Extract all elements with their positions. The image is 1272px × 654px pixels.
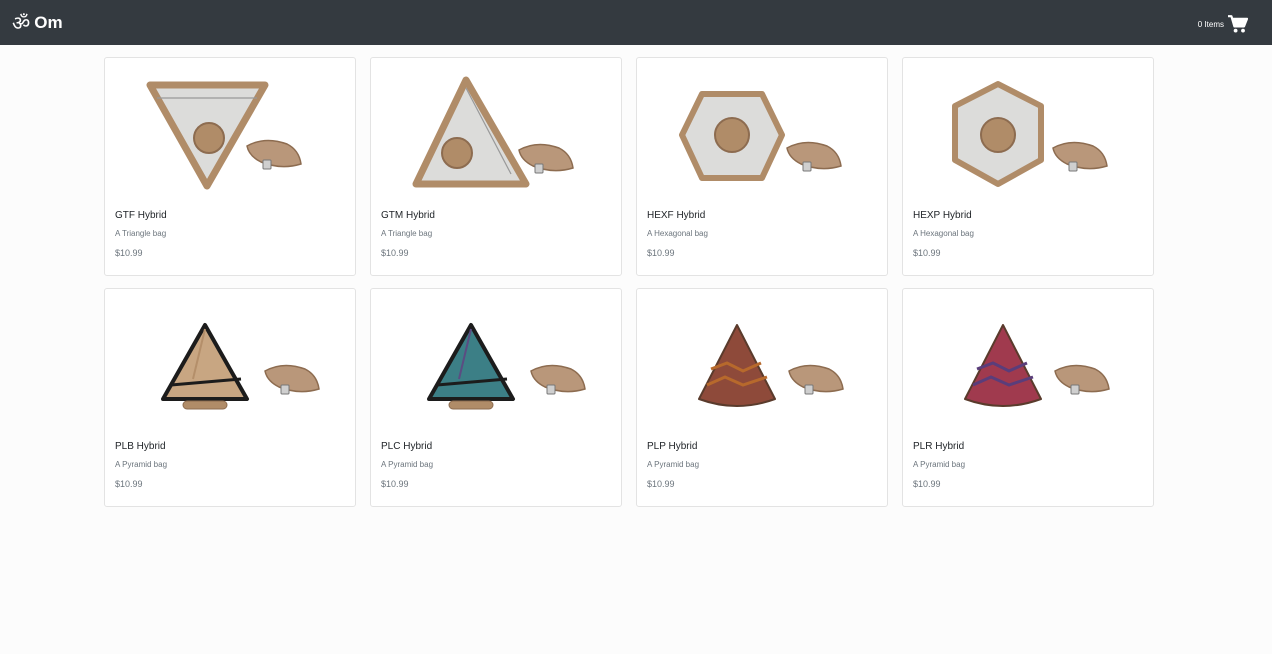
product-card[interactable]: PLP Hybrid A Pyramid bag $10.99 [636,288,888,507]
product-image [637,58,887,203]
product-image [637,289,887,434]
product-card[interactable]: PLB Hybrid A Pyramid bag $10.99 [104,288,356,507]
cart-item-count: 0 Items [1197,19,1224,29]
product-description: A Pyramid bag [913,460,966,469]
om-logo-icon: ॐ [12,10,31,35]
product-price: $10.99 [647,479,675,489]
product-image [371,58,621,203]
shopping-cart-icon [1228,15,1248,33]
product-name: PLR Hybrid [913,441,965,452]
product-price: $10.99 [115,248,143,258]
product-description: A Triangle bag [115,229,167,238]
brand-link[interactable]: ॐ Om [12,13,63,33]
product-name: GTM Hybrid [381,210,435,221]
product-description: A Pyramid bag [381,460,434,469]
product-description: A Hexagonal bag [913,229,974,238]
product-name: PLC Hybrid [381,441,433,452]
product-name: GTF Hybrid [115,210,167,221]
product-description: A Pyramid bag [115,460,168,469]
brand-name: Om [34,12,63,32]
product-name: PLP Hybrid [647,441,698,452]
product-image [105,58,355,203]
product-price: $10.99 [115,479,143,489]
product-price: $10.99 [647,248,675,258]
product-card[interactable]: GTM Hybrid A Triangle bag $10.99 [370,57,622,276]
product-card[interactable]: PLR Hybrid A Pyramid bag $10.99 [902,288,1154,507]
product-description: A Pyramid bag [647,460,700,469]
product-description: A Hexagonal bag [647,229,708,238]
product-card[interactable]: PLC Hybrid A Pyramid bag $10.99 [370,288,622,507]
product-price: $10.99 [381,248,409,258]
product-name: HEXF Hybrid [647,210,706,221]
cart-button[interactable]: 0 Items [1198,15,1248,33]
product-name: PLB Hybrid [115,441,166,452]
product-card[interactable]: HEXP Hybrid A Hexagonal bag $10.99 [902,57,1154,276]
product-image [371,289,621,434]
product-grid: GTF Hybrid A Triangle bag $10.99 GTM Hyb… [104,57,1154,507]
product-price: $10.99 [913,248,941,258]
product-name: HEXP Hybrid [913,210,972,221]
product-description: A Triangle bag [381,229,433,238]
product-card[interactable]: GTF Hybrid A Triangle bag $10.99 [104,57,356,276]
product-price: $10.99 [381,479,409,489]
product-image [903,58,1153,203]
top-navbar: ॐ Om 0 Items [0,0,1272,45]
product-image [105,289,355,434]
product-price: $10.99 [913,479,941,489]
product-card[interactable]: HEXF Hybrid A Hexagonal bag $10.99 [636,57,888,276]
product-image [903,289,1153,434]
